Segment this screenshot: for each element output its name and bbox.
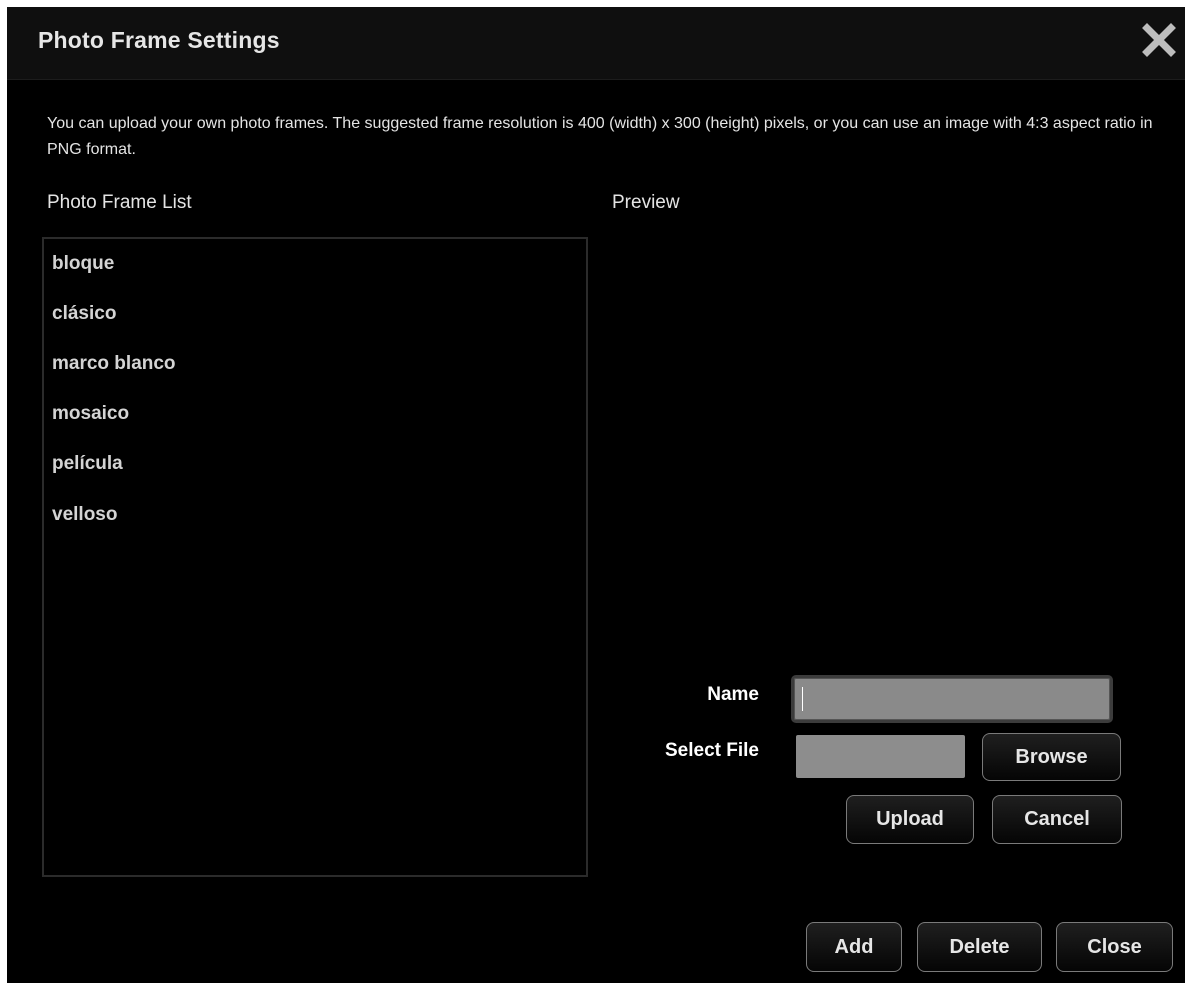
dialog-description: You can upload your own photo frames. Th… (47, 115, 1153, 158)
list-item[interactable]: marco blanco (52, 353, 176, 375)
preview-label: Preview (612, 192, 680, 213)
browse-button[interactable]: Browse (982, 733, 1121, 781)
list-item[interactable]: bloque (52, 253, 114, 275)
select-file-label: Select File (665, 740, 759, 761)
list-item[interactable]: mosaico (52, 403, 129, 425)
add-button[interactable]: Add (806, 922, 902, 972)
file-path-field[interactable] (796, 735, 965, 778)
photo-frame-list-label: Photo Frame List (47, 192, 192, 213)
list-item[interactable]: clásico (52, 303, 116, 325)
cancel-button[interactable]: Cancel (992, 795, 1122, 844)
dialog-title: Photo Frame Settings (38, 27, 280, 53)
text-caret (802, 687, 803, 711)
delete-button[interactable]: Delete (917, 922, 1042, 972)
name-label: Name (707, 684, 759, 705)
preview-area (607, 229, 1167, 659)
list-item[interactable]: película (52, 453, 123, 475)
name-field[interactable] (791, 675, 1113, 723)
list-item[interactable]: velloso (52, 504, 117, 526)
photo-frame-settings-dialog: Photo Frame Settings You can upload your… (7, 7, 1185, 983)
dialog-titlebar: Photo Frame Settings (7, 7, 1185, 80)
upload-button[interactable]: Upload (846, 795, 974, 844)
photo-frame-list[interactable]: bloque clásico marco blanco mosaico pelí… (42, 237, 588, 877)
close-button[interactable]: Close (1056, 922, 1173, 972)
close-x-icon[interactable] (1142, 23, 1176, 57)
